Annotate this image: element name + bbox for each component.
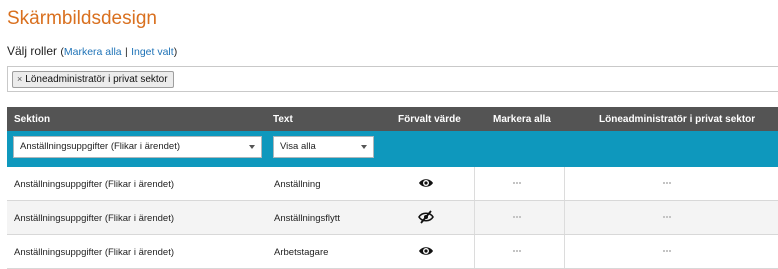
row-section: Anställningsuppgifter (Flikar i ärendet) bbox=[14, 247, 174, 258]
select-all-cell-icon[interactable] bbox=[513, 216, 525, 219]
select-all-cell-icon[interactable] bbox=[513, 182, 525, 185]
eye-slash-icon[interactable] bbox=[418, 210, 434, 224]
row-text: Anställningsflytt bbox=[274, 213, 341, 224]
role-permission-cell-icon[interactable] bbox=[663, 216, 675, 219]
grid-header: Sektion Text Förvalt värde Markera alla … bbox=[7, 107, 778, 131]
table-row: Anställningsuppgifter (Flikar i ärendet)… bbox=[7, 167, 778, 201]
row-section: Anställningsuppgifter (Flikar i ärendet) bbox=[14, 179, 174, 190]
eye-icon[interactable] bbox=[418, 244, 434, 258]
text-filter-select[interactable]: Visa alla bbox=[273, 136, 374, 158]
remove-tag-icon[interactable]: × bbox=[17, 74, 22, 84]
header-text[interactable]: Text bbox=[273, 114, 293, 125]
role-tag-label: Löneadministratör i privat sektor bbox=[25, 74, 168, 85]
page-title: Skärmbildsdesign bbox=[7, 8, 157, 29]
chevron-down-icon bbox=[249, 145, 255, 149]
header-select-all[interactable]: Markera alla bbox=[493, 114, 551, 125]
role-permission-cell-icon[interactable] bbox=[663, 250, 675, 253]
role-tag: × Löneadministratör i privat sektor bbox=[12, 71, 174, 88]
chevron-down-icon bbox=[361, 145, 367, 149]
roles-multiselect[interactable]: × Löneadministratör i privat sektor bbox=[7, 66, 778, 92]
role-permission-cell-icon[interactable] bbox=[663, 182, 675, 185]
section-filter-value: Anställningsuppgifter (Flikar i ärendet) bbox=[20, 141, 180, 152]
header-default-value: Förvalt värde bbox=[398, 114, 461, 125]
section-filter-select[interactable]: Anställningsuppgifter (Flikar i ärendet) bbox=[13, 136, 262, 158]
row-text: Anställning bbox=[274, 179, 321, 190]
roles-grid: Sektion Text Förvalt värde Markera alla … bbox=[7, 107, 778, 269]
roles-label: Välj roller bbox=[7, 44, 58, 58]
roles-separator: | bbox=[124, 46, 128, 58]
header-section[interactable]: Sektion bbox=[14, 114, 50, 125]
roles-line: Välj roller (Markera alla | Inget valt) bbox=[7, 44, 178, 58]
table-row: Anställningsuppgifter (Flikar i ärendet)… bbox=[7, 235, 778, 269]
row-section: Anställningsuppgifter (Flikar i ärendet) bbox=[14, 213, 174, 224]
row-text: Arbetstagare bbox=[274, 247, 329, 258]
eye-icon[interactable] bbox=[418, 176, 434, 190]
select-none-roles-link[interactable]: Inget valt bbox=[131, 46, 174, 58]
text-filter-value: Visa alla bbox=[280, 141, 316, 152]
select-all-roles-link[interactable]: Markera alla bbox=[64, 46, 122, 58]
header-role: Löneadministratör i privat sektor bbox=[599, 114, 756, 125]
select-all-cell-icon[interactable] bbox=[513, 250, 525, 253]
table-row: Anställningsuppgifter (Flikar i ärendet)… bbox=[7, 201, 778, 235]
